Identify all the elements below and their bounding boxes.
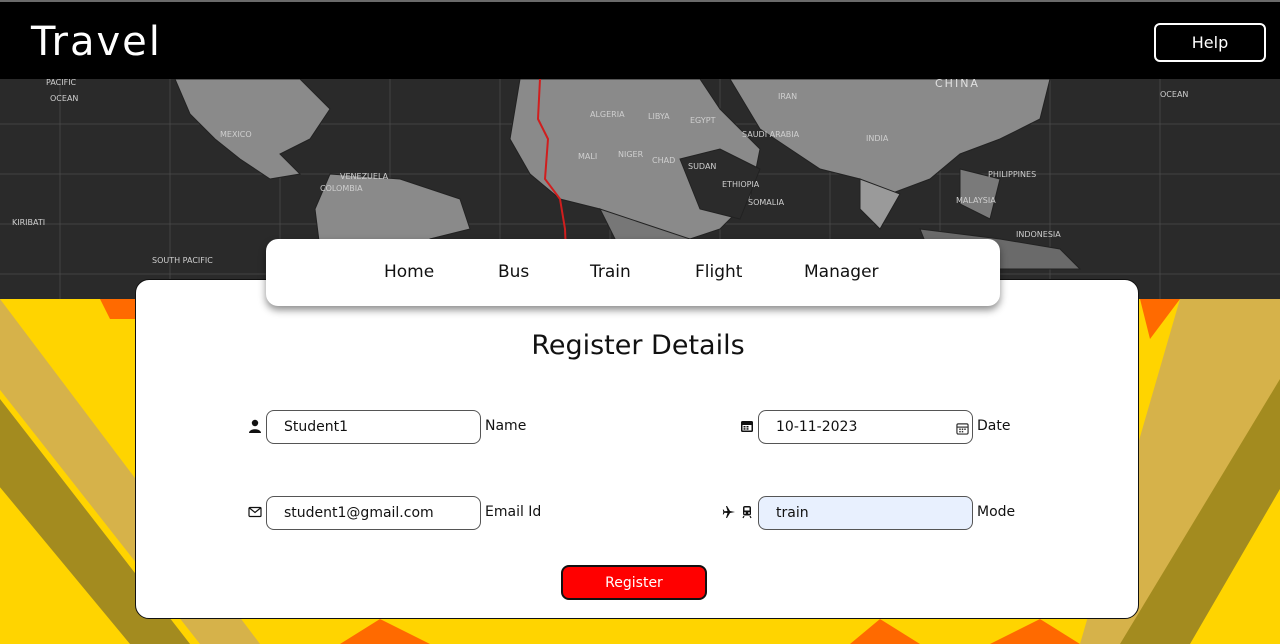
map-label-niger: NIGER <box>618 150 644 159</box>
plane-icon <box>722 504 736 518</box>
user-icon <box>248 418 262 433</box>
map-label-mali: MALI <box>578 152 597 161</box>
map-label-colombia: COLOMBIA <box>320 184 363 193</box>
brand-title[interactable]: Travel <box>31 19 162 65</box>
map-label-algeria: ALGERIA <box>590 110 625 119</box>
map-label-saudi: SAUDI ARABIA <box>742 130 800 139</box>
date-label: Date <box>977 418 1011 434</box>
nav-bus-link[interactable]: Bus <box>498 262 529 282</box>
map-label-malaysia: MALAYSIA <box>956 196 996 205</box>
nav-home-link[interactable]: Home <box>384 262 434 282</box>
map-label-egypt: EGYPT <box>690 116 716 125</box>
nav-train-link[interactable]: Train <box>590 262 631 282</box>
nav-manager-link[interactable]: Manager <box>804 262 879 282</box>
date-picker-icon[interactable] <box>956 420 970 435</box>
map-label-ocean-left: OCEAN <box>50 94 78 103</box>
map-label-sudan: SUDAN <box>688 162 716 171</box>
name-label: Name <box>485 418 527 434</box>
map-label-iran: IRAN <box>778 92 797 101</box>
mode-label: Mode <box>977 504 1016 520</box>
name-input[interactable] <box>266 410 481 444</box>
nav-flight-link[interactable]: Flight <box>695 262 742 282</box>
calendar-icon <box>740 418 754 432</box>
map-label-mexico: MEXICO <box>220 130 252 139</box>
map-label-china: CHINA <box>935 79 980 90</box>
email-input[interactable] <box>266 496 481 530</box>
train-icon <box>740 504 754 519</box>
email-label: Email Id <box>485 504 542 520</box>
map-label-pacific: PACIFIC <box>46 79 77 87</box>
map-label-chad: CHAD <box>652 156 675 165</box>
register-card: Register Details Name Date Email Id Mode… <box>135 279 1139 619</box>
help-button[interactable]: Help <box>1154 23 1266 62</box>
mode-input[interactable] <box>758 496 973 530</box>
map-label-south-pacific: SOUTH PACIFIC <box>152 256 213 265</box>
map-label-ocean-right: OCEAN <box>1160 90 1188 99</box>
map-label-kiribati: KIRIBATI <box>12 218 45 227</box>
main-nav: Home Bus Train Flight Manager <box>266 239 1000 306</box>
top-header: Travel Help <box>0 0 1280 79</box>
envelope-icon <box>248 504 262 518</box>
form-title: Register Details <box>531 330 745 361</box>
map-label-ethiopia: ETHIOPIA <box>722 180 760 189</box>
register-button[interactable]: Register <box>561 565 707 600</box>
date-input[interactable] <box>758 410 973 444</box>
map-label-india: INDIA <box>866 134 889 143</box>
map-label-philippines: PHILIPPINES <box>988 170 1036 179</box>
map-label-somalia: SOMALIA <box>748 198 785 207</box>
map-label-venezuela: VENEZUELA <box>340 172 389 181</box>
map-label-libya: LIBYA <box>648 112 670 121</box>
map-label-indonesia: INDONESIA <box>1016 230 1061 239</box>
